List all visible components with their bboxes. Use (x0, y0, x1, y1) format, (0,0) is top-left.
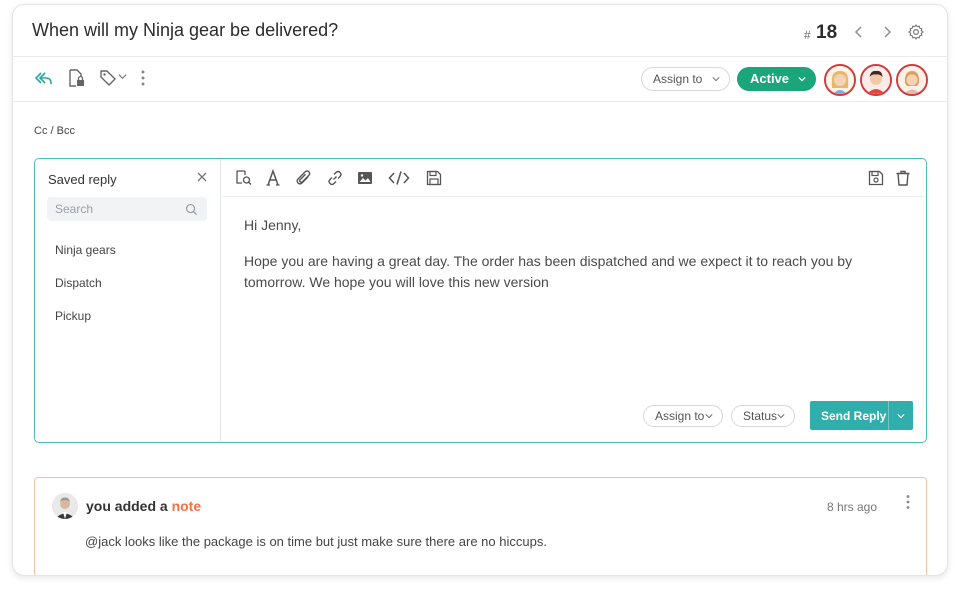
image-icon[interactable] (356, 169, 374, 187)
ticket-card: When will my Ninja gear be delivered? # … (12, 4, 948, 576)
reply-compose-box: Saved reply Ninja gears Dispatch Pickup (34, 158, 927, 443)
assign-to-label: Assign to (655, 409, 705, 423)
saved-reply-search-input[interactable] (47, 197, 207, 221)
status-active-button[interactable]: Active (737, 67, 816, 91)
chevron-down-icon (798, 76, 806, 82)
assign-to-dropdown[interactable]: Assign to (641, 67, 730, 91)
button-divider (888, 401, 889, 430)
note-keyword: note (171, 498, 202, 514)
status-active-label: Active (750, 71, 790, 86)
agent-avatar[interactable] (824, 64, 856, 96)
template-search-icon[interactable] (235, 169, 253, 187)
avatar-man-icon (862, 66, 890, 94)
note-item: you added a note 8 hrs ago @jack looks l… (34, 477, 927, 575)
note-author: you added a note (86, 498, 201, 514)
note-prefix: you added a (86, 498, 172, 514)
status-dropdown[interactable]: Status (731, 405, 795, 427)
save-icon[interactable] (867, 169, 885, 187)
link-icon[interactable] (326, 169, 344, 187)
close-icon[interactable] (197, 172, 207, 182)
reply-all-icon[interactable] (33, 68, 53, 88)
chevron-down-icon (705, 414, 713, 419)
trash-icon[interactable] (894, 169, 912, 187)
saved-reply-item[interactable]: Ninja gears (55, 243, 116, 257)
message-body[interactable]: Hope you are having a great day. The ord… (244, 251, 864, 293)
cc-bcc-link[interactable]: Cc / Bcc (34, 125, 75, 137)
assign-to-dropdown[interactable]: Assign to (643, 405, 723, 427)
ticket-header: When will my Ninja gear be delivered? # … (13, 5, 947, 57)
chevron-down-icon[interactable] (897, 412, 905, 420)
saved-reply-item[interactable]: Pickup (55, 309, 91, 323)
avatar-woman-icon (826, 66, 854, 94)
editor-toolbar (222, 159, 926, 197)
ticket-hash: # (804, 28, 811, 42)
more-options-icon[interactable] (141, 69, 145, 87)
chevron-right-icon[interactable] (879, 24, 895, 40)
status-label: Status (743, 409, 778, 423)
agent-avatar[interactable] (860, 64, 892, 96)
ticket-number: 18 (816, 22, 838, 43)
avatar (52, 493, 78, 519)
saved-reply-item[interactable]: Dispatch (55, 276, 102, 290)
code-icon[interactable] (388, 169, 410, 187)
note-text: @jack looks like the package is on time … (85, 534, 547, 549)
reply-editor: Hi Jenny, Hope you are having a great da… (222, 159, 926, 441)
private-note-icon[interactable] (66, 68, 86, 88)
avatar-woman-icon (898, 66, 926, 94)
chevron-down-icon (712, 77, 720, 82)
send-reply-button[interactable]: Send Reply (810, 401, 913, 430)
note-timestamp: 8 hrs ago (827, 500, 878, 514)
chevron-down-icon[interactable] (118, 72, 127, 81)
message-greeting[interactable]: Hi Jenny, (244, 217, 301, 233)
saved-reply-title: Saved reply (48, 172, 117, 187)
attachment-icon[interactable] (295, 169, 313, 187)
assign-to-label: Assign to (653, 72, 703, 86)
tag-icon[interactable] (99, 68, 119, 88)
search-icon (185, 203, 198, 216)
more-options-icon[interactable] (906, 494, 910, 510)
agent-avatar[interactable] (896, 64, 928, 96)
send-reply-label: Send Reply (821, 409, 887, 423)
gear-icon[interactable] (907, 23, 925, 41)
font-icon[interactable] (264, 169, 282, 187)
chevron-down-icon (777, 414, 785, 419)
chevron-left-icon[interactable] (851, 24, 867, 40)
avatar-man-icon (52, 493, 78, 519)
ticket-title: When will my Ninja gear be delivered? (32, 20, 339, 40)
saved-reply-panel: Saved reply Ninja gears Dispatch Pickup (35, 159, 221, 441)
save-draft-icon[interactable] (425, 169, 443, 187)
